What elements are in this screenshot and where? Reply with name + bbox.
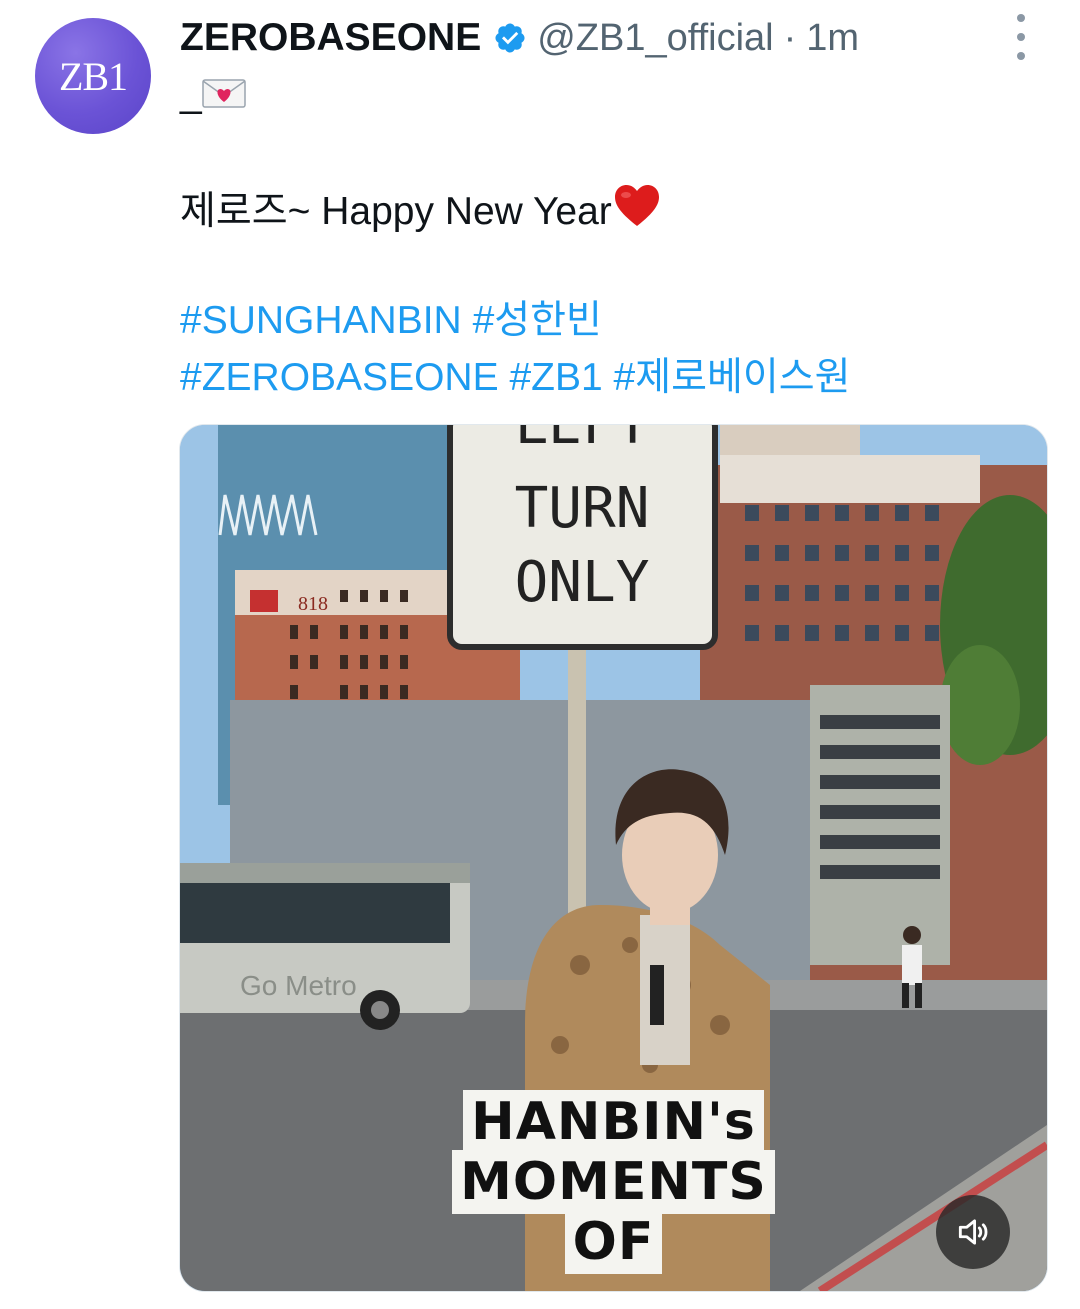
tweet-header: ZEROBASEONE @ZB1_official · 1m: [180, 14, 859, 62]
avatar[interactable]: ZB1: [35, 18, 151, 134]
more-vertical-icon: [1017, 14, 1025, 22]
hashtag-zerobaseone[interactable]: #ZEROBASEONE: [180, 356, 499, 399]
greeting-text: 제로즈~ Happy New Year: [180, 190, 612, 233]
video-caption-line-2: MOMENTS: [180, 1150, 1047, 1214]
hashtag-sunghanbin-korean[interactable]: #성한빈: [473, 299, 602, 342]
underscore-text: _: [180, 72, 202, 115]
hashtag-row-1: #SUNGHANBIN #성한빈: [180, 297, 602, 345]
handle[interactable]: @ZB1_official: [537, 17, 773, 60]
red-heart-icon: [614, 185, 659, 226]
video-media[interactable]: 818 TURN ONLY Go Metro HANBIN's MOMENTS …: [179, 424, 1048, 1292]
bus-logo-text: Go Metro: [240, 970, 357, 1001]
building-number: 818: [298, 593, 328, 615]
video-caption-line-1: HANBIN's: [180, 1090, 1047, 1154]
sign-line-2: TURN: [515, 476, 650, 541]
love-letter-icon: [201, 79, 246, 108]
video-caption-line-3: OF: [180, 1210, 1047, 1274]
tweet[interactable]: ZB1 ZEROBASEONE @ZB1_official · 1m _ 제로즈…: [0, 0, 1080, 1309]
hashtag-sunghanbin[interactable]: #SUNGHANBIN: [180, 299, 462, 342]
display-name[interactable]: ZEROBASEONE: [180, 16, 481, 60]
more-options-button[interactable]: [1006, 14, 1036, 60]
volume-toggle-button[interactable]: [936, 1195, 1010, 1269]
timestamp[interactable]: 1m: [806, 17, 859, 60]
volume-muted-icon: [958, 1219, 988, 1245]
sign-line-3: ONLY: [515, 550, 650, 615]
hashtag-row-2: #ZEROBASEONE #ZB1 #제로베이스원: [180, 354, 850, 402]
tweet-text-line-1: _: [180, 70, 246, 118]
separator-dot: ·: [783, 16, 797, 59]
avatar-logo-text: ZB1: [58, 53, 128, 99]
hashtag-zb1[interactable]: #ZB1: [509, 356, 602, 399]
verified-badge-icon[interactable]: [493, 21, 527, 55]
sign-line-1: LEFT: [515, 425, 650, 457]
tweet-text-line-2: 제로즈~ Happy New Year: [180, 184, 662, 236]
hashtag-zerobaseone-korean[interactable]: #제로베이스원: [614, 356, 851, 399]
